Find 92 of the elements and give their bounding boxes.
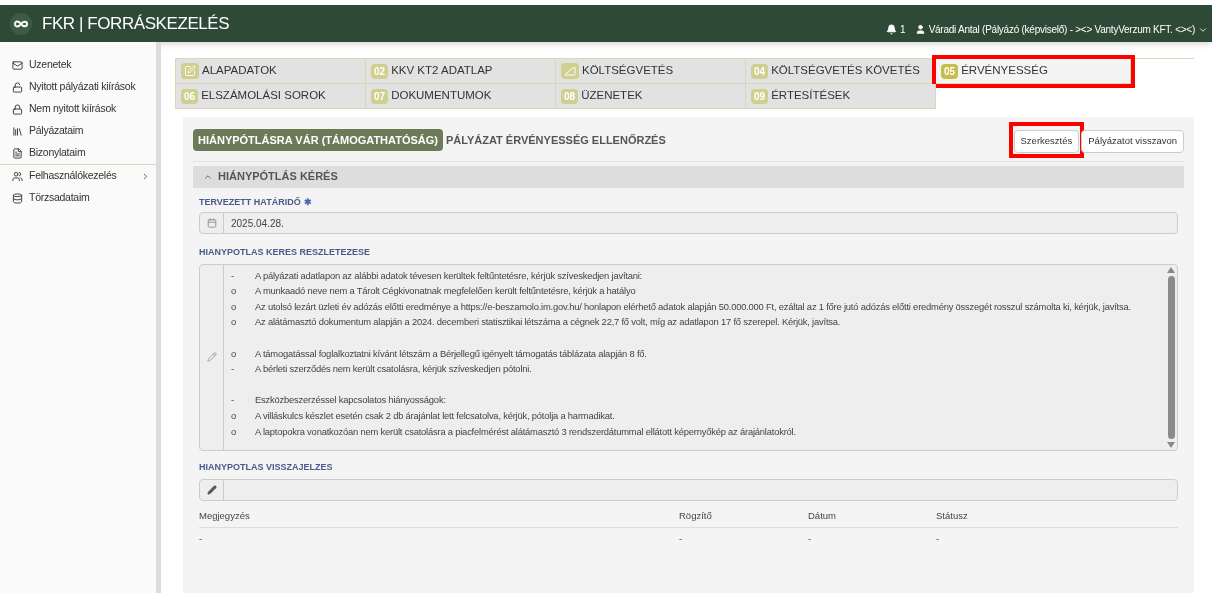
tab-label: ÉRVÉNYESSÉG xyxy=(961,63,1048,79)
column-header: Státusz xyxy=(936,509,969,524)
list-marker: - xyxy=(231,268,235,283)
column-header: Megjegyzés xyxy=(199,509,251,524)
step-number: 02 xyxy=(371,63,389,79)
sidebar-item[interactable]: Felhasználókezelés xyxy=(29,168,117,184)
field-label: HIANYPOTLAS VISSZAJELZES xyxy=(199,461,334,475)
tab-label: KÖLTSÉGVETÉS KÖVETÉS xyxy=(771,63,920,79)
bell-icon[interactable] xyxy=(886,24,898,35)
tab[interactable]: 08 ÜZENETEK xyxy=(556,84,746,109)
text-line: A villáskulcs készlet esetén csak 2 db árajánlat lett felcsatolva, kérjük, pótolja a harmadikat. xyxy=(255,408,615,423)
open-lock-icon xyxy=(12,81,23,93)
tab[interactable]: ALAPADATOK xyxy=(176,59,366,84)
document-icon xyxy=(12,147,23,159)
scroll-thumb[interactable] xyxy=(1167,275,1175,440)
table-cell-text: - xyxy=(808,531,813,546)
tab[interactable]: 06 ELSZÁMOLÁSI SOROK xyxy=(176,84,366,109)
step-number: 05 xyxy=(941,63,959,79)
tab-label: ÜZENETEK xyxy=(581,88,643,104)
user-menu[interactable]: Váradi Antal (Pályázó (képviselő) - ><> VantyVerzum KFT. <><) xyxy=(928,22,1195,37)
sidebar-item[interactable]: Bizonylataim xyxy=(29,145,86,161)
section-header[interactable]: HIÁNYPÓTLÁS KÉRÉS xyxy=(193,165,1184,188)
notification-count: 1 xyxy=(900,23,906,37)
status-badge: HIÁNYPÓTLÁSRA VÁR (TÁMOGATHATÓSÁG) xyxy=(193,128,443,152)
sidebar-item[interactable]: Uzenetek xyxy=(29,57,72,73)
users-icon xyxy=(12,170,23,182)
list-marker: o xyxy=(231,315,237,330)
list-marker: o xyxy=(231,299,237,314)
text-line: A bérleti szerződés nem került csatolásra, kérjük szíveskedjen pótolni. xyxy=(255,362,532,377)
required-mark: ✱ xyxy=(303,195,312,209)
text-line: A támogatással foglalkoztatni kívánt létszám a Bérjellegű igényelt támogatás táblázata alapján 8 fő. xyxy=(255,346,647,361)
tab-label: ALAPADATOK xyxy=(202,63,277,79)
date-field[interactable]: 2025.04.28. xyxy=(199,212,1178,235)
pencil-icon xyxy=(206,484,217,495)
database-icon xyxy=(12,192,23,204)
tab[interactable]: 09 ÉRTESÍTÉSEK xyxy=(746,84,936,109)
step-number: 04 xyxy=(751,63,769,79)
edit-icon xyxy=(181,63,199,79)
ruler-icon xyxy=(561,63,579,79)
field-label: TERVEZETT HATÁRIDŐ xyxy=(199,195,301,209)
tab-label: ÉRTESÍTÉSEK xyxy=(771,88,851,104)
text-line: A pályázati adatlapon az alábbi adatok tévesen kerültek feltűntetésre, kérjük szíveskedjen javítani: xyxy=(255,268,642,283)
infinity-logo-icon xyxy=(10,12,32,35)
list-marker: - xyxy=(231,362,235,377)
pencil-icon xyxy=(206,352,217,363)
text-line: Az alátámasztó dokumentum alapján a 2024. decemberi statisztikai létszáma a cégnek 22,7 fő volt, míg az adatlapon 17 fő szerepel. Kérjük, javítsa. xyxy=(255,315,841,330)
tab-label: KKV KT2 ADATLAP xyxy=(391,63,493,79)
chevron-right-icon xyxy=(141,171,150,181)
table-cell-text: - xyxy=(199,531,204,546)
list-marker: o xyxy=(231,408,237,423)
action-button[interactable]: Pályázatot visszavon xyxy=(1081,129,1184,153)
text-line: Eszközbeszerzéssel kapcsolatos hiányosságok: xyxy=(255,393,446,408)
user-icon xyxy=(914,24,926,35)
sidebar-item[interactable]: Nyitott pályázati kiírások xyxy=(29,79,136,95)
scroll-up-icon[interactable] xyxy=(1167,266,1175,273)
list-marker: o xyxy=(231,284,237,299)
list-marker: - xyxy=(231,393,235,408)
scroll-down-icon[interactable] xyxy=(1167,442,1175,449)
table-cell-text: - xyxy=(679,531,684,546)
sidebar-item[interactable]: Törzsadataim xyxy=(29,190,90,206)
app-title: FKR | FORRÁSKEZELÉS xyxy=(42,12,230,35)
envelope-icon xyxy=(12,59,23,71)
sidebar-item[interactable]: Nem nyitott kiírások xyxy=(29,101,116,117)
list-marker: o xyxy=(231,346,237,361)
text-line: Az utolsó lezárt üzleti év adózás előtti eredménye a https://e-beszamolo.im.gov.hu/ honlapon elérhető adatok alapján 50.000.000 Ft, ezáltal az 1 főre jutó adózás előtti eredmény összegét rosszul számolta ki, kérjük, javítsa. xyxy=(255,299,1131,314)
tab-label: KÖLTSÉGVETÉS xyxy=(582,63,674,79)
column-header: Dátum xyxy=(808,509,837,524)
books-icon xyxy=(12,125,23,137)
tab[interactable]: 07 DOKUMENTUMOK xyxy=(366,84,556,109)
table-cell-text: - xyxy=(936,531,941,546)
text-line: A munkaadó neve nem a Tárolt Cégkivonatnak megfelelően került feltűntetésre, kérjük a hatályo xyxy=(255,284,636,299)
tab-label: ELSZÁMOLÁSI SOROK xyxy=(201,88,326,104)
step-number: 09 xyxy=(751,88,769,104)
lock-icon xyxy=(12,103,23,115)
panel-title: PÁLYÁZAT ÉRVÉNYESSÉG ELLENŐRZÉS xyxy=(445,132,666,148)
step-number: 07 xyxy=(371,88,389,104)
tab[interactable]: KÖLTSÉGVETÉS xyxy=(556,59,746,84)
tab-label: DOKUMENTUMOK xyxy=(391,88,492,104)
tab[interactable]: 05 ÉRVÉNYESSÉG xyxy=(936,59,1131,84)
section-title: HIÁNYPÓTLÁS KÉRÉS xyxy=(218,169,338,185)
action-button[interactable]: Szerkesztés xyxy=(1013,129,1080,153)
list-marker: o xyxy=(231,424,237,439)
column-header: Rögzítő xyxy=(679,509,713,524)
date-value: 2025.04.28. xyxy=(230,216,284,231)
field-label: HIANYPOTLAS KERES RESZLETEZESE xyxy=(199,246,372,260)
calendar-icon xyxy=(206,218,217,229)
text-line: A laptopokra vonatkozóan nem került csatolásra a piacfelmérést alátámasztó 3 rendszerdátummal ellátott képernyőkép az árajánlatokról. xyxy=(255,424,796,439)
text-area[interactable] xyxy=(199,263,1178,452)
step-number: 08 xyxy=(561,88,579,104)
step-number: 06 xyxy=(181,88,199,104)
sidebar-item[interactable]: Pályázataim xyxy=(29,123,84,139)
tab[interactable]: 02 KKV KT2 ADATLAP xyxy=(366,59,556,84)
